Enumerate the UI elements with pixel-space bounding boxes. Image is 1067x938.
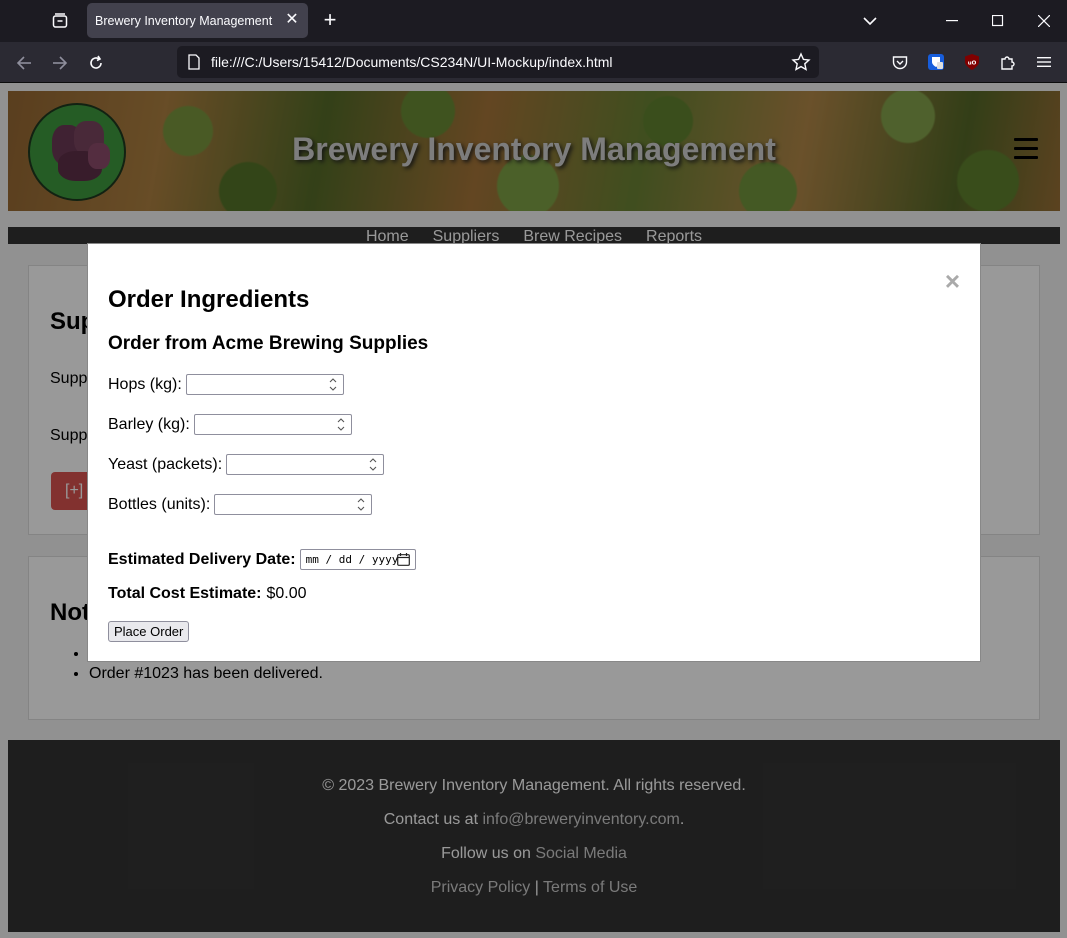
cost-row: Total Cost Estimate: $0.00: [108, 585, 307, 603]
yeast-label: Yeast (packets):: [108, 455, 223, 473]
calendar-icon[interactable]: [396, 553, 410, 566]
cost-value: $0.00: [266, 585, 307, 602]
delivery-date-row: Estimated Delivery Date: mm / dd / yyyy: [108, 549, 416, 570]
spinner-arrows-icon[interactable]: [367, 456, 379, 473]
hops-row: Hops (kg):: [108, 374, 344, 395]
delivery-date-input[interactable]: mm / dd / yyyy: [299, 549, 416, 570]
tab-title: Brewery Inventory Management: [95, 13, 273, 28]
delivery-date-label: Estimated Delivery Date:: [108, 550, 296, 568]
close-window-icon[interactable]: [1029, 8, 1059, 34]
modal-title: Order Ingredients: [108, 286, 310, 313]
yeast-input[interactable]: [226, 454, 385, 475]
page-icon: [188, 54, 200, 70]
pocket-icon[interactable]: [889, 51, 911, 73]
place-order-button[interactable]: Place Order: [108, 621, 190, 642]
tab-list-chevron-icon[interactable]: [855, 8, 885, 34]
hops-label: Hops (kg):: [108, 375, 182, 393]
svg-text:uO: uO: [968, 61, 977, 67]
back-arrow-icon[interactable]: [10, 49, 38, 77]
bookmark-star-icon[interactable]: [791, 52, 811, 72]
modal-close-icon[interactable]: ×: [945, 268, 960, 294]
bottles-label: Bottles (units):: [108, 495, 211, 513]
ublock-origin-icon[interactable]: uO: [961, 51, 983, 73]
app-menu-icon[interactable]: [1033, 51, 1055, 73]
forward-arrow-icon[interactable]: [46, 49, 74, 77]
cost-label: Total Cost Estimate:: [108, 585, 262, 602]
browser-toolbar: file:///C:/Users/15412/Documents/CS234N/…: [0, 42, 1067, 83]
yeast-row: Yeast (packets):: [108, 454, 385, 475]
browser-tab-bar: Brewery Inventory Management ✕ +: [0, 0, 1067, 42]
url-text[interactable]: file:///C:/Users/15412/Documents/CS234N/…: [211, 54, 613, 70]
date-placeholder: mm / dd / yyyy: [305, 553, 399, 566]
bottles-input[interactable]: [214, 494, 373, 515]
spinner-arrows-icon[interactable]: [355, 496, 367, 513]
bitwarden-extension-icon[interactable]: [925, 51, 947, 73]
address-bar[interactable]: file:///C:/Users/15412/Documents/CS234N/…: [177, 46, 819, 78]
barley-row: Barley (kg):: [108, 414, 352, 435]
tab-close-icon[interactable]: ✕: [284, 12, 300, 28]
hops-input[interactable]: [185, 374, 344, 395]
reload-icon[interactable]: [82, 49, 110, 77]
browser-tab[interactable]: Brewery Inventory Management ✕: [87, 3, 308, 38]
tab-overview-icon[interactable]: [44, 8, 76, 34]
order-ingredients-modal: × Order Ingredients Order from Acme Brew…: [87, 243, 981, 662]
minimize-icon[interactable]: [937, 8, 967, 34]
modal-subtitle: Order from Acme Brewing Supplies: [108, 333, 429, 354]
barley-input[interactable]: [193, 414, 352, 435]
spinner-arrows-icon[interactable]: [327, 376, 339, 393]
extensions-puzzle-icon[interactable]: [997, 51, 1019, 73]
bottles-row: Bottles (units):: [108, 494, 373, 515]
maximize-icon[interactable]: [983, 8, 1013, 34]
barley-label: Barley (kg):: [108, 415, 190, 433]
new-tab-button[interactable]: +: [316, 8, 344, 34]
spinner-arrows-icon[interactable]: [335, 416, 347, 433]
